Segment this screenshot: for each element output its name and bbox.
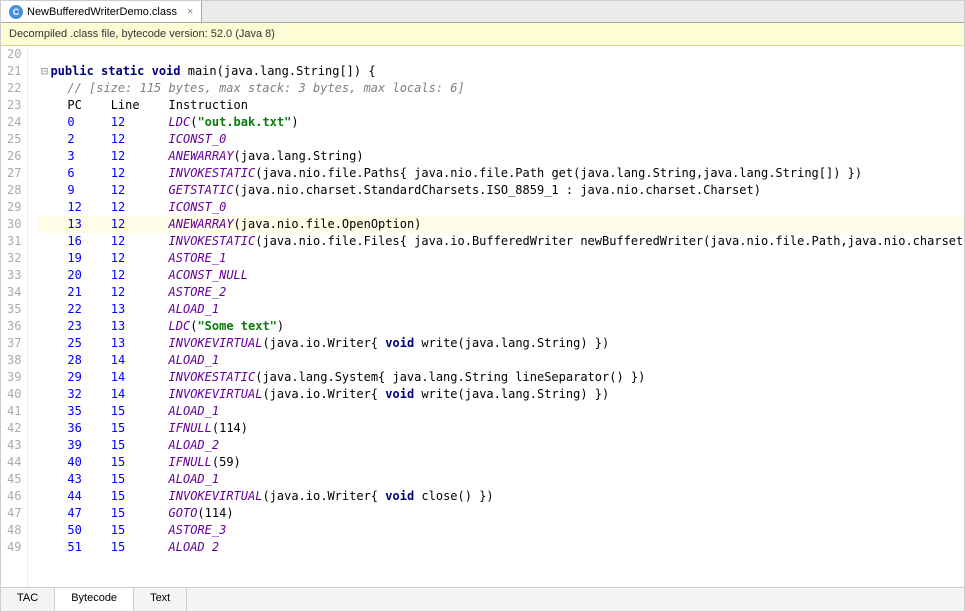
view-tab-bar: TAC Bytecode Text — [1, 587, 964, 611]
file-tab[interactable]: C NewBufferedWriterDemo.class × — [1, 1, 202, 22]
close-icon[interactable]: × — [187, 6, 193, 18]
class-file-icon: C — [9, 5, 23, 19]
line-gutter: 2021222324252627282930313233343536373839… — [1, 46, 28, 587]
file-tab-label: NewBufferedWriterDemo.class — [27, 6, 177, 18]
tab-bytecode[interactable]: Bytecode — [55, 588, 134, 611]
decompile-banner: Decompiled .class file, bytecode version… — [1, 23, 964, 46]
editor-tab-bar: C NewBufferedWriterDemo.class × — [1, 1, 964, 23]
tab-tac[interactable]: TAC — [1, 588, 55, 611]
editor-area[interactable]: 2021222324252627282930313233343536373839… — [1, 46, 964, 587]
tab-text[interactable]: Text — [134, 588, 187, 611]
code-content[interactable]: ⊟public static void main(java.lang.Strin… — [28, 46, 964, 587]
